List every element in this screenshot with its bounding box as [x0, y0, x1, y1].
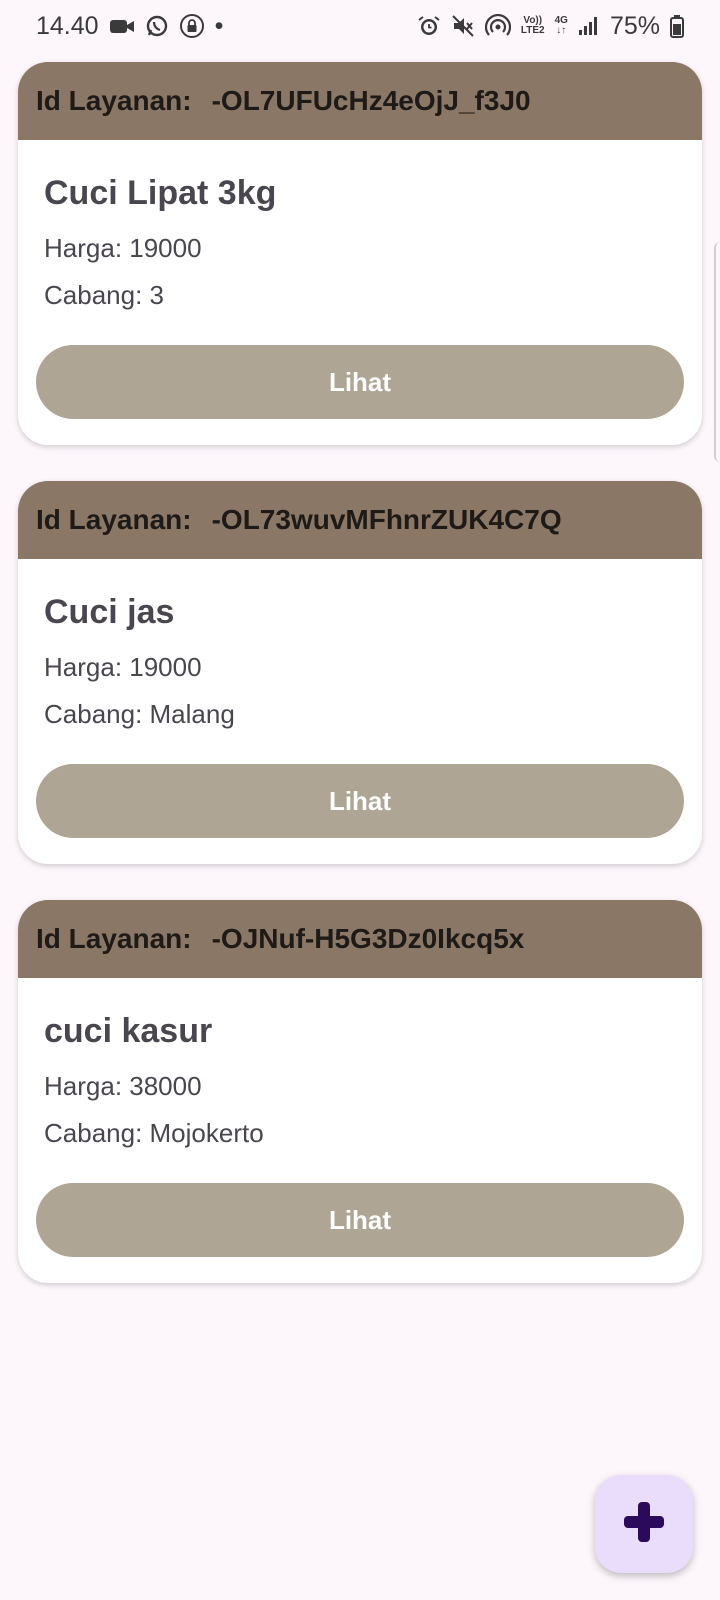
service-id-label: Id Layanan:	[36, 504, 192, 535]
service-card-header: Id Layanan: -OL7UFUcHz4eOjJ_f3J0	[18, 62, 702, 140]
view-button[interactable]: Lihat	[36, 345, 684, 419]
battery-percentage: 75%	[609, 11, 660, 40]
data-arrows-icon: ↓↑	[556, 25, 567, 36]
hotspot-icon	[484, 14, 511, 38]
service-name: Cuci jas	[44, 593, 175, 631]
service-id: -OL73wuvMFhnrZUK4C7Q	[211, 504, 562, 535]
mute-icon	[451, 14, 475, 38]
service-list: Id Layanan: -OL7UFUcHz4eOjJ_f3J0 Cuci Li…	[18, 62, 702, 1319]
plus-icon	[622, 1500, 666, 1549]
alarm-icon	[417, 14, 441, 38]
vpn-lock-icon	[179, 13, 205, 39]
whatsapp-icon	[145, 14, 169, 38]
service-card: Id Layanan: -OL7UFUcHz4eOjJ_f3J0 Cuci Li…	[18, 62, 702, 445]
service-name: Cuci Lipat 3kg	[44, 174, 277, 212]
service-card-body: Cuci Lipat 3kg Harga: 19000 Cabang: 3 Li…	[18, 140, 702, 445]
service-branch: Cabang: Mojokerto	[44, 1118, 264, 1148]
service-card: Id Layanan: -OL73wuvMFhnrZUK4C7Q Cuci ja…	[18, 481, 702, 864]
scroll-indicator	[714, 242, 720, 462]
video-camera-icon	[109, 16, 135, 36]
service-card: Id Layanan: -OJNuf-H5G3Dz0Ikcq5x cuci ka…	[18, 900, 702, 1283]
service-price: Harga: 19000	[44, 652, 202, 682]
service-id-label: Id Layanan:	[36, 923, 192, 954]
service-price: Harga: 38000	[44, 1071, 202, 1101]
service-id: -OJNuf-H5G3Dz0Ikcq5x	[211, 923, 525, 954]
network-type-indicator: 4G ↓↑	[554, 15, 568, 36]
status-bar-left: 14.40 •	[36, 12, 223, 41]
service-card-header: Id Layanan: -OL73wuvMFhnrZUK4C7Q	[18, 481, 702, 559]
service-card-body: cuci kasur Harga: 38000 Cabang: Mojokert…	[18, 978, 702, 1283]
status-bar-right: Vo)) LTE2 4G ↓↑ 75%	[417, 12, 684, 41]
signal-icon	[578, 15, 600, 37]
add-service-fab[interactable]	[595, 1475, 693, 1573]
service-price: Harga: 19000	[44, 233, 202, 263]
service-card-body: Cuci jas Harga: 19000 Cabang: Malang Lih…	[18, 559, 702, 864]
service-branch: Cabang: Malang	[44, 699, 235, 729]
view-button[interactable]: Lihat	[36, 764, 684, 838]
notification-dot: •	[214, 11, 224, 40]
view-button[interactable]: Lihat	[36, 1183, 684, 1257]
service-id-label: Id Layanan:	[36, 85, 192, 116]
volte-indicator: Vo)) LTE2	[520, 15, 545, 36]
service-name: cuci kasur	[44, 1012, 213, 1050]
battery-icon	[670, 14, 684, 38]
service-branch: Cabang: 3	[44, 280, 164, 310]
status-time: 14.40	[36, 11, 99, 40]
status-bar: 14.40 • Vo)) LTE2 4G ↓↑ 75%	[0, 0, 720, 52]
service-card-header: Id Layanan: -OJNuf-H5G3Dz0Ikcq5x	[18, 900, 702, 978]
service-id: -OL7UFUcHz4eOjJ_f3J0	[211, 85, 531, 116]
